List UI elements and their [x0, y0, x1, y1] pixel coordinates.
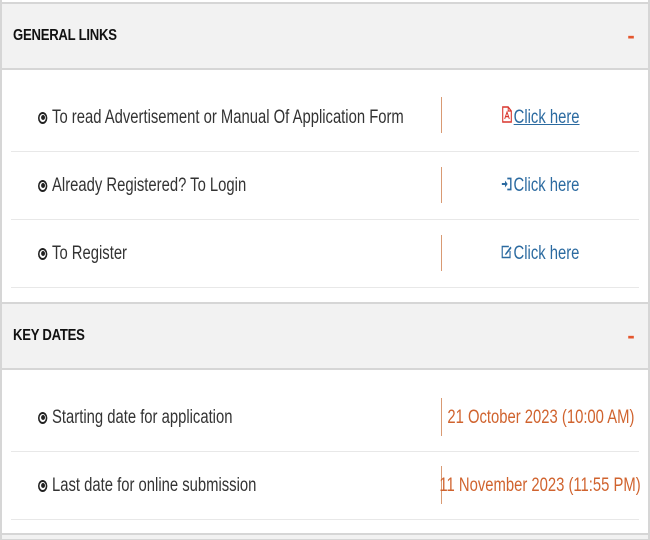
row-label: Already Registered? To Login — [38, 152, 246, 219]
general-link-row-register: To Register Click here — [11, 220, 639, 288]
general-links-header[interactable]: GENERAL LINKS - — [2, 2, 648, 70]
register-label: To Register — [52, 242, 128, 264]
key-date-row-start: Starting date for application 21 October… — [11, 384, 639, 452]
circle-bullet-icon — [38, 479, 48, 492]
next-section-header — [2, 533, 648, 539]
circle-bullet-icon — [38, 111, 48, 124]
key-dates-collapse-toggle[interactable]: - — [626, 325, 636, 347]
row-label: To Register — [38, 220, 127, 287]
pdf-icon — [501, 106, 512, 129]
row-label: Last date for online submission — [38, 452, 256, 519]
advertisement-label: To read Advertisement or Manual Of Appli… — [52, 106, 404, 128]
general-links-title: GENERAL LINKS — [13, 27, 117, 44]
login-label: Already Registered? To Login — [52, 174, 247, 196]
circle-bullet-icon — [38, 179, 48, 192]
login-link-text[interactable]: Click here — [514, 175, 580, 197]
advertisement-click-here-link[interactable]: Click here — [501, 106, 579, 129]
circle-bullet-icon — [38, 247, 48, 260]
general-links-collapse-toggle[interactable]: - — [626, 25, 636, 47]
login-click-here-link[interactable]: Click here — [501, 175, 580, 197]
general-link-row-login: Already Registered? To Login Click here — [11, 152, 639, 220]
circle-bullet-icon — [38, 411, 48, 424]
advertisement-link-text[interactable]: Click here — [513, 107, 579, 129]
start-date-value: 21 October 2023 (10:00 AM) — [446, 406, 635, 428]
start-date-label: Starting date for application — [52, 406, 233, 428]
register-click-here-link[interactable]: Click here — [501, 243, 580, 265]
key-dates-title: KEY DATES — [13, 327, 85, 344]
key-date-row-end: Last date for online submission 11 Novem… — [11, 452, 642, 520]
general-link-row-advertisement: To read Advertisement or Manual Of Appli… — [11, 84, 639, 152]
row-label: To read Advertisement or Manual Of Appli… — [38, 84, 404, 151]
end-date-label: Last date for online submission — [52, 474, 257, 496]
sign-in-icon — [501, 175, 512, 197]
end-date-value: 11 November 2023 (11:55 PM) — [439, 474, 642, 496]
edit-icon — [501, 243, 512, 265]
page-frame: GENERAL LINKS - To read Advertisement or… — [0, 0, 650, 540]
register-link-text[interactable]: Click here — [514, 243, 580, 265]
key-dates-header[interactable]: KEY DATES - — [2, 302, 648, 370]
row-label: Starting date for application — [38, 384, 232, 451]
